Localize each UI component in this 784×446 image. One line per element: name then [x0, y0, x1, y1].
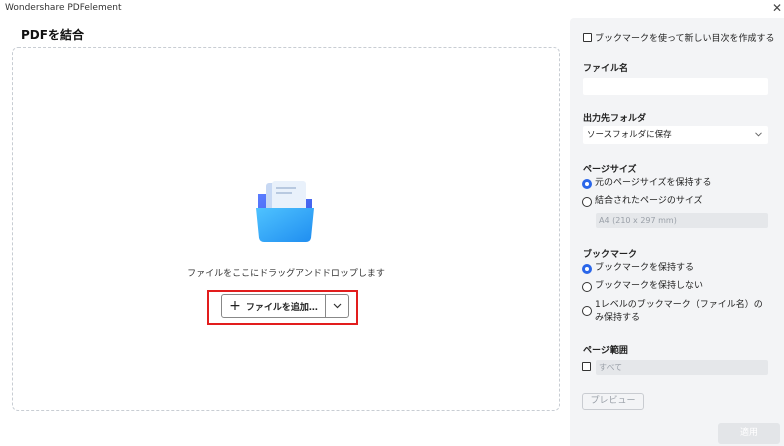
radio-no-bookmarks[interactable]: ブックマークを保持しない — [582, 280, 703, 293]
bookmark-heading: ブックマーク — [583, 250, 638, 260]
output-folder-value: ソースフォルダに保存 — [587, 130, 672, 140]
page-range-heading: ページ範囲 — [583, 346, 628, 356]
chevron-down-icon — [755, 126, 762, 144]
radio-label: ブックマークを保持しない — [595, 281, 704, 291]
radio-label: 元のページサイズを保持する — [595, 178, 712, 188]
add-files-split-button: + ファイルを追加… — [221, 294, 349, 318]
toc-checkbox-label: ブックマークを使って新しい目次を作成する — [595, 34, 775, 44]
plus-icon: + — [229, 298, 241, 314]
drop-instructions: ファイルをここにドラッグアンドドロップします — [187, 269, 385, 279]
radio-merged-page-size[interactable]: 結合されたページのサイズ — [582, 195, 703, 208]
radio-label: 1レベルのブックマーク（ファイル名）の み保持する — [595, 300, 763, 323]
radio-selected-icon[interactable] — [582, 179, 592, 189]
window-title: Wondershare PDFelement — [5, 3, 122, 13]
checkbox-box[interactable] — [582, 362, 591, 371]
filename-heading: ファイル名 — [583, 64, 629, 74]
preview-button[interactable]: プレビュー — [582, 393, 644, 410]
add-files-dropdown[interactable] — [326, 295, 348, 317]
radio-label: ブックマークを保持する — [595, 263, 695, 273]
page-range-input[interactable]: すべて — [596, 360, 768, 375]
add-files-button[interactable]: + ファイルを追加… — [222, 295, 326, 317]
radio-unselected-icon[interactable] — [582, 197, 592, 207]
toc-checkbox[interactable]: ブックマークを使って新しい目次を作成する — [583, 31, 775, 44]
output-folder-heading: 出力先フォルダ — [583, 114, 647, 124]
radio-unselected-icon[interactable] — [582, 306, 592, 316]
radio-one-level-bookmarks[interactable]: 1レベルのブックマーク（ファイル名）の み保持する — [582, 299, 763, 325]
page-size-heading: ページサイズ — [583, 165, 637, 175]
radio-keep-page-size[interactable]: 元のページサイズを保持する — [582, 177, 712, 190]
close-icon[interactable]: ✕ — [772, 0, 782, 16]
radio-label: 結合されたページのサイズ — [595, 196, 703, 206]
page-size-select[interactable]: A4 (210 x 297 mm) — [596, 213, 768, 228]
radio-unselected-icon[interactable] — [582, 282, 592, 292]
title-bar: Wondershare PDFelement ✕ — [0, 0, 784, 18]
radio-keep-bookmarks[interactable]: ブックマークを保持する — [582, 262, 694, 275]
radio-selected-icon[interactable] — [582, 264, 592, 274]
filename-input[interactable] — [583, 78, 768, 95]
chevron-down-icon — [333, 303, 341, 309]
add-files-label: ファイルを追加… — [245, 302, 318, 313]
folder-icon — [256, 181, 314, 242]
apply-button[interactable]: 適用 — [718, 423, 780, 444]
page-title: PDFを結合 — [21, 28, 84, 42]
checkbox-box[interactable] — [583, 33, 592, 42]
output-folder-select[interactable]: ソースフォルダに保存 — [583, 126, 768, 144]
page-range-checkbox[interactable] — [582, 362, 594, 371]
